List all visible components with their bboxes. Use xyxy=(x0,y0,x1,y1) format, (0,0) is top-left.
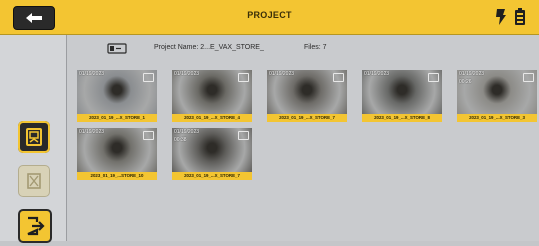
file-thumbnail[interactable]: 01/19/2023 2023_01_19_...X_STORE_8 xyxy=(362,70,442,122)
image-type-icon xyxy=(143,73,154,82)
thumbnail-date: 01/19/2023 xyxy=(269,71,295,77)
thumbnail-label: 2023_01_19_...X_STORE_7 xyxy=(267,114,347,122)
files-count: Files: 7 xyxy=(304,44,327,51)
thumbnail-date: 01/19/2023 xyxy=(459,71,485,77)
thumbnail-date: 01/19/2023 xyxy=(364,71,390,77)
file-thumbnail[interactable]: 01/19/2023 2023_01_19_...X_STORE_4 xyxy=(172,70,252,122)
file-thumbnail[interactable]: 01/19/2023 00:38 2023_01_19_...X_STORE_7 xyxy=(172,128,252,180)
image-type-icon xyxy=(333,73,344,82)
thumbnail-duration: 00:26 xyxy=(459,79,472,85)
photo-view-icon xyxy=(26,128,42,146)
thumbnail-label: 2023_01_19_...X_STORE_3 xyxy=(457,114,537,122)
thumbnail-label: 2023_01_19_...X_STORE_8 xyxy=(362,114,442,122)
file-thumbnail[interactable]: 01/19/2023 2023_01_19_...STORE_10 xyxy=(77,128,157,180)
torch-icon xyxy=(496,9,506,25)
photo-view-button[interactable] xyxy=(18,121,50,153)
exit-icon xyxy=(27,216,45,236)
file-thumbnail[interactable]: 01/19/2023 00:26 2023_01_19_...X_STORE_3 xyxy=(457,70,537,122)
thumbnail-date: 01/19/2023 xyxy=(174,129,200,135)
exit-button[interactable] xyxy=(18,209,52,243)
thumbnail-label: 2023_01_19_...STORE_10 xyxy=(77,172,157,180)
thumbnail-label: 2023_01_19_...X_STORE_4 xyxy=(172,114,252,122)
video-file-icon xyxy=(107,43,127,54)
image-type-icon xyxy=(523,73,534,82)
image-type-icon xyxy=(428,73,439,82)
thumbnail-duration: 00:38 xyxy=(174,137,187,143)
image-type-icon xyxy=(238,131,249,140)
page-title: PROJECT xyxy=(247,10,292,20)
image-type-icon xyxy=(143,131,154,140)
file-thumbnail[interactable]: 01/19/2023 2023_01_19_...X_STORE_1 xyxy=(77,70,157,122)
image-type-icon xyxy=(238,73,249,82)
top-bar: PROJECT xyxy=(0,0,539,35)
file-thumbnail[interactable]: 01/19/2023 2023_01_19_...X_STORE_7 xyxy=(267,70,347,122)
thumbnail-label: 2023_01_19_...X_STORE_7 xyxy=(172,172,252,180)
delete-icon xyxy=(27,173,41,189)
thumbnail-date: 01/19/2023 xyxy=(79,129,105,135)
battery-icon xyxy=(515,8,525,25)
sidebar xyxy=(0,35,67,243)
thumbnail-date: 01/19/2023 xyxy=(79,71,105,77)
delete-button[interactable] xyxy=(18,165,50,197)
thumbnail-date: 01/19/2023 xyxy=(174,71,200,77)
project-name: Project Name: 2...E_VAX_STORE_ xyxy=(154,44,264,51)
thumbnail-label: 2023_01_19_...X_STORE_1 xyxy=(77,114,157,122)
